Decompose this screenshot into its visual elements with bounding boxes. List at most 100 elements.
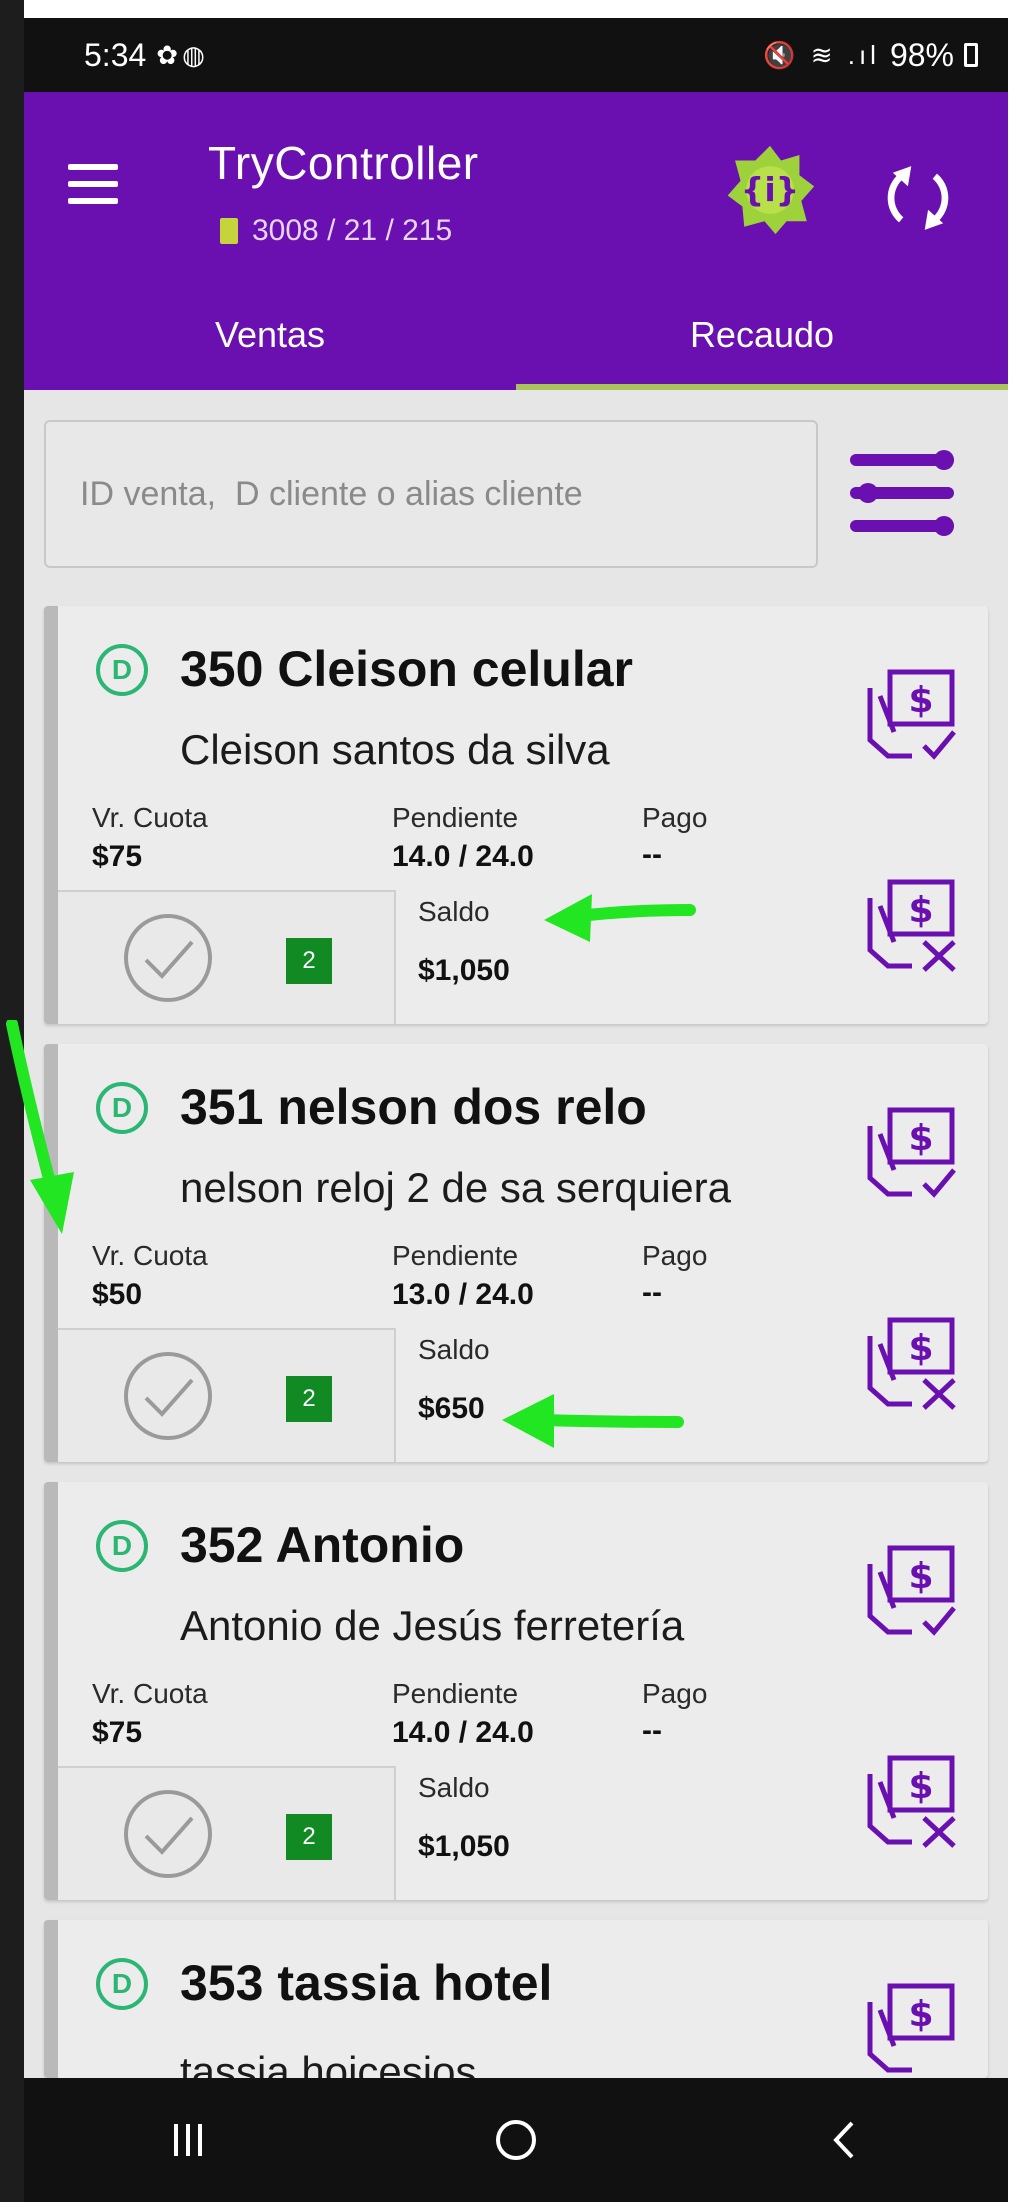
pago-label: Pago <box>642 802 708 833</box>
pendiente-value: 13.0 / 24.0 <box>392 1278 534 1311</box>
status-left: 5:34 ✿◍ <box>84 37 209 74</box>
saldo-label: Saldo <box>418 1772 490 1803</box>
client-name: Cleison santos da silva <box>180 726 610 773</box>
sale-title: 350 Cleison celular <box>180 641 634 697</box>
check-circle-icon[interactable] <box>122 912 214 1004</box>
payment-received-icon[interactable]: $ <box>862 1104 962 1204</box>
payment-rejected-icon[interactable]: $ <box>862 1314 962 1414</box>
client-name: tassia hoicesios <box>180 2048 477 2078</box>
status-badge: D <box>96 1520 148 1572</box>
check-circle-icon[interactable] <box>122 1350 214 1442</box>
pendiente-label: Pendiente <box>392 1240 519 1271</box>
document-icon <box>220 218 238 244</box>
payment-rejected-icon[interactable]: $ <box>862 876 962 976</box>
svg-text:$: $ <box>908 1994 933 2035</box>
saldo-label: Saldo <box>418 896 490 927</box>
status-time: 5:34 <box>84 36 147 73</box>
svg-text:$: $ <box>908 1328 933 1369</box>
status-bar: 5:34 ✿◍ 🔇 ≋ .ıl 98% <box>24 18 1008 92</box>
status-badge: D <box>96 1958 148 2010</box>
search-input[interactable] <box>80 474 816 514</box>
annotation-arrow <box>544 894 696 942</box>
status-badge: D <box>96 1082 148 1134</box>
check-area[interactable]: 2 <box>58 1766 396 1900</box>
saldo-value: $650 <box>418 1392 485 1425</box>
tab-ventas[interactable]: Ventas <box>24 280 516 390</box>
pendiente-value: 14.0 / 24.0 <box>392 1716 534 1749</box>
screen: 5:34 ✿◍ 🔇 ≋ .ıl 98% TryController 3008 /… <box>24 18 1008 2202</box>
cuota-value: $50 <box>92 1278 143 1311</box>
check-area[interactable]: 2 <box>58 1328 396 1462</box>
annotation-arrow <box>502 1394 684 1448</box>
sale-title: 351 nelson dos relo <box>180 1079 647 1135</box>
pago-value: -- <box>642 838 662 871</box>
check-circle-icon[interactable] <box>122 1788 214 1880</box>
pendiente-label: Pendiente <box>392 802 519 833</box>
count-badge: 2 <box>286 1376 332 1422</box>
back-icon <box>833 2121 854 2159</box>
hamburger-icon[interactable] <box>68 164 118 204</box>
client-name: Antonio de Jesús ferretería <box>180 1602 685 1649</box>
sale-title: 352 Antonio <box>180 1517 465 1573</box>
back-button[interactable] <box>799 2105 889 2175</box>
tab-label: Recaudo <box>689 314 835 355</box>
tab-recaudo[interactable]: Recaudo <box>516 280 1008 390</box>
svg-text:$: $ <box>908 890 933 931</box>
pago-value: -- <box>642 1276 662 1309</box>
svg-text:{i}: {i} <box>741 170 800 209</box>
saldo-value: $1,050 <box>418 1830 510 1863</box>
saldo-label: Saldo <box>418 1334 490 1365</box>
check-area[interactable]: 2 <box>58 890 396 1024</box>
card-strip <box>44 1482 58 1900</box>
notification-icons: ✿◍ <box>156 39 209 70</box>
signal-icons: 🔇 ≋ .ıl <box>763 39 880 70</box>
cuota-value: $75 <box>92 1716 143 1749</box>
cuota-label: Vr. Cuota <box>92 1240 208 1271</box>
client-name: nelson reloj 2 de sa serquiera <box>180 1164 732 1211</box>
sync-icon[interactable] <box>876 156 960 240</box>
pendiente-value: 14.0 / 24.0 <box>392 840 534 873</box>
saldo-value: $1,050 <box>418 954 510 987</box>
count-badge: 2 <box>286 938 332 984</box>
app-subtitle-text: 3008 / 21 / 215 <box>252 214 453 247</box>
payment-received-icon[interactable]: $ <box>862 1980 962 2078</box>
svg-text:$: $ <box>908 1766 933 1807</box>
svg-text:$: $ <box>908 680 933 721</box>
card-strip <box>44 606 58 1024</box>
pago-label: Pago <box>642 1240 708 1271</box>
battery-icon <box>964 43 978 67</box>
svg-text:$: $ <box>908 1118 933 1159</box>
sale-card[interactable]: D 350 Cleison celular Cleison santos da … <box>44 606 988 1024</box>
payment-received-icon[interactable]: $ <box>862 1542 962 1642</box>
sale-card[interactable]: D 353 tassia hotel tassia hoicesios $ <box>44 1920 988 2078</box>
app-title: TryController <box>208 137 479 189</box>
pago-label: Pago <box>642 1678 708 1709</box>
payment-rejected-icon[interactable]: $ <box>862 1752 962 1852</box>
sale-card[interactable]: D 352 Antonio Antonio de Jesús ferreterí… <box>44 1482 988 1900</box>
recent-apps-icon <box>174 2124 202 2156</box>
battery-level: 98% <box>889 36 954 73</box>
pago-value: -- <box>642 1714 662 1747</box>
sale-title: 353 tassia hotel <box>180 1955 553 2011</box>
search-box[interactable] <box>44 420 818 568</box>
annotation-arrow <box>6 1020 74 1234</box>
home-icon <box>496 2120 536 2160</box>
phone: 5:34 ✿◍ 🔇 ≋ .ıl 98% TryController 3008 /… <box>0 0 1009 2202</box>
count-badge: 2 <box>286 1814 332 1860</box>
navigation-bar <box>24 2078 1008 2202</box>
recent-apps-button[interactable] <box>143 2105 233 2175</box>
pendiente-label: Pendiente <box>392 1678 519 1709</box>
badge-icon[interactable]: {i} <box>724 144 816 236</box>
tab-bar: Ventas Recaudo <box>24 280 1008 390</box>
payment-received-icon[interactable]: $ <box>862 666 962 766</box>
svg-text:$: $ <box>908 1556 933 1597</box>
card-strip <box>44 1920 58 2078</box>
status-badge: D <box>96 644 148 696</box>
tab-indicator <box>516 384 1008 390</box>
cuota-label: Vr. Cuota <box>92 802 208 833</box>
status-right: 🔇 ≋ .ıl 98% <box>763 37 978 74</box>
home-button[interactable] <box>471 2105 561 2175</box>
cuota-value: $75 <box>92 840 143 873</box>
tab-label: Ventas <box>214 314 326 355</box>
filter-icon[interactable] <box>848 438 964 548</box>
